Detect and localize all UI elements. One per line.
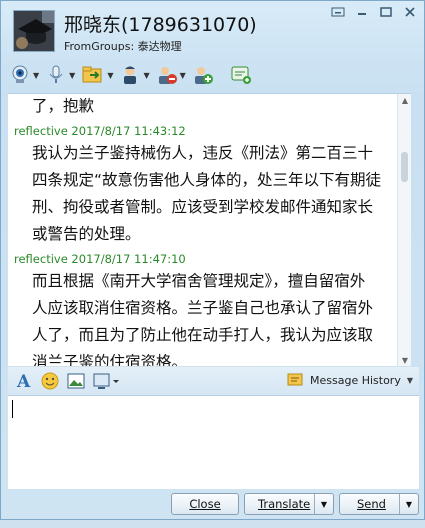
translate-dropdown-icon[interactable]: ▼: [314, 494, 333, 514]
message-timestamp: 2017/8/17 11:43:12: [67, 124, 186, 138]
message-list: 了，抱歉 reflective 2017/8/17 11:43:12 我认为兰子鉴持…: [8, 94, 397, 366]
chat-window: 邢晓东(1789631070) FromGroups: 泰达物理 ▼ ▼ ▼ ▼…: [0, 0, 425, 520]
font-icon[interactable]: A: [14, 371, 34, 391]
app-button[interactable]: [230, 61, 252, 89]
message-line: 四条规定“故意伤害他人身体的，处三年以下有期徒: [32, 171, 382, 189]
message-line: 刑、拘役或者管制。应该受到学校发邮件通知家长: [32, 198, 374, 216]
sender-name[interactable]: reflective: [14, 124, 68, 138]
chevron-down-icon[interactable]: ▼: [180, 71, 186, 80]
add-contact-button[interactable]: [192, 61, 214, 89]
maximize-icon[interactable]: [376, 5, 396, 19]
scroll-thumb[interactable]: [401, 152, 408, 182]
close-icon[interactable]: [400, 5, 420, 19]
sender-name[interactable]: reflective: [14, 252, 68, 266]
close-button[interactable]: Close: [171, 493, 239, 515]
message-line: 消兰子鉴的住宿资格。: [32, 353, 188, 366]
emoji-icon[interactable]: [40, 371, 60, 391]
message-body: 我认为兰子鉴持械伤人，违反《刑法》第二百三十 四条规定“故意伤害他人身体的，处三年…: [8, 140, 397, 248]
avatar[interactable]: [13, 10, 55, 52]
close-button-label: Close: [189, 497, 221, 511]
remove-contact-icon: [158, 67, 177, 84]
folder-transfer-icon: [82, 66, 102, 83]
message-line: 人了，而且为了防止他在动手打人，我认为应该取: [32, 326, 374, 344]
message-body: 而且根据《南开大学宿舍管理规定》，擅自留宿外 人应该取消住宿资格。兰子鉴自己也承认…: [8, 268, 397, 366]
message-header: reflective 2017/8/17 11:43:12: [8, 122, 397, 140]
app-icon: [231, 66, 251, 84]
message-line: 或警告的处理。: [32, 225, 141, 243]
chevron-down-icon[interactable]: ▼: [69, 71, 75, 80]
add-contact-icon: [194, 67, 213, 84]
send-file-button[interactable]: ▼: [81, 61, 113, 89]
microphone-icon: [49, 65, 63, 83]
svg-text:A: A: [16, 372, 31, 391]
send-options-dropdown-icon[interactable]: ▼: [399, 494, 418, 514]
webcam-icon: [12, 65, 28, 83]
chevron-down-icon[interactable]: ▼: [33, 71, 39, 80]
message-body: 了，抱歉: [8, 94, 397, 120]
message-line: 而且根据《南开大学宿舍管理规定》，擅自留宿外: [32, 272, 366, 290]
scroll-down-icon[interactable]: ▼: [398, 354, 411, 366]
minimize-mini-icon[interactable]: [328, 5, 348, 19]
translate-button-label: Translate: [258, 497, 311, 511]
history-icon: [287, 373, 303, 386]
message-line: 人应该取消住宿资格。兰子鉴自己也承认了留宿外: [32, 299, 374, 317]
scroll-up-icon[interactable]: ▲: [398, 94, 411, 106]
chat-scrollbar[interactable]: ▲ ▼: [397, 94, 411, 366]
message-header: reflective 2017/8/17 11:47:10: [8, 250, 397, 268]
chevron-down-icon[interactable]: ▼: [107, 71, 113, 80]
remote-assist-button[interactable]: ▼: [119, 61, 150, 89]
toolbar: ▼ ▼ ▼ ▼ ▼: [9, 61, 258, 89]
text-cursor: [12, 400, 13, 418]
format-toolbar: A Message History ▼: [8, 367, 419, 395]
screenshot-icon[interactable]: [92, 371, 120, 391]
window-controls: [328, 5, 420, 19]
video-call-button[interactable]: ▼: [9, 61, 39, 89]
send-button[interactable]: Send ▼: [339, 493, 419, 515]
message-history-button[interactable]: Message History ▼: [287, 372, 413, 388]
contact-name: 邢晓东(1789631070): [64, 14, 257, 36]
message-input[interactable]: [8, 395, 419, 489]
translate-button[interactable]: Translate ▼: [244, 493, 334, 515]
message-history-pane[interactable]: 了，抱歉 reflective 2017/8/17 11:43:12 我认为兰子鉴持…: [8, 93, 411, 366]
block-contact-button[interactable]: ▼: [156, 61, 186, 89]
remote-assist-icon: [124, 66, 137, 84]
chevron-down-icon[interactable]: ▼: [143, 71, 149, 80]
chevron-down-icon[interactable]: ▼: [407, 376, 413, 385]
message-line: 我认为兰子鉴持械伤人，违反《刑法》第二百三十: [32, 144, 374, 162]
taskbar-strip: [0, 520, 425, 528]
message-line: 了，抱歉: [32, 97, 95, 115]
image-icon[interactable]: [66, 371, 86, 391]
history-label: Message History: [310, 373, 401, 387]
group-label: FromGroups: 泰达物理: [64, 40, 182, 53]
message-timestamp: 2017/8/17 11:47:10: [67, 252, 186, 266]
send-button-label: Send: [357, 497, 386, 511]
minimize-icon[interactable]: [352, 5, 372, 19]
voice-call-button[interactable]: ▼: [45, 61, 75, 89]
